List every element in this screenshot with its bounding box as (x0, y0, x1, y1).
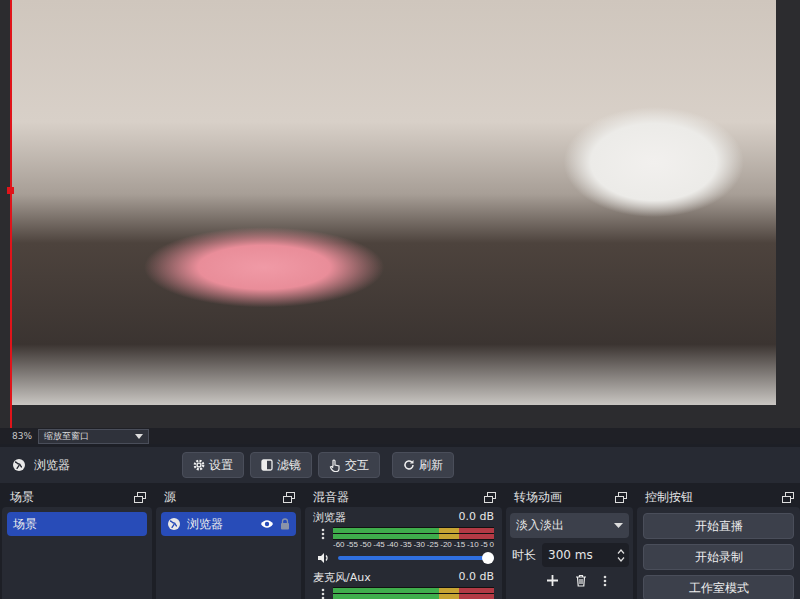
channel-name: 麦克风/Aux (313, 570, 371, 585)
undock-icon[interactable] (484, 492, 496, 503)
sources-dock: 源 浏览器 (156, 487, 301, 599)
gear-icon (193, 459, 205, 471)
volume-meter (333, 587, 494, 599)
mixer-channel: 麦克风/Aux 0.0 dB -60-55-50-45-40-35-30-25-… (313, 570, 494, 599)
plus-icon[interactable] (546, 574, 559, 587)
toolbar-button[interactable]: 交互 (318, 452, 380, 478)
camera-frame (12, 0, 776, 405)
duration-label: 时长 (512, 547, 536, 564)
hand-pointer-icon (329, 459, 341, 472)
dock-title: 源 (156, 487, 301, 507)
channel-reading: 0.0 dB (458, 570, 494, 585)
dock-title: 混音器 (305, 487, 502, 507)
more-vertical-icon[interactable] (603, 575, 607, 587)
scale-mode-select[interactable]: 缩放至窗口 (38, 429, 149, 444)
controls-dock: 控制按钮 开始直播开始录制工作室模式 (637, 487, 800, 599)
control-button[interactable]: 工作室模式 (643, 575, 794, 599)
dock-title: 控制按钮 (637, 487, 800, 507)
globe-icon (12, 458, 26, 472)
undock-icon[interactable] (782, 492, 794, 503)
dock-title: 转场动画 (506, 487, 633, 507)
more-vertical-icon[interactable] (321, 588, 325, 599)
mute-button[interactable] (315, 552, 332, 564)
toolbar-button[interactable]: 刷新 (392, 452, 454, 478)
up-arrow-icon[interactable] (617, 549, 625, 554)
zoom-bar: 83% 缩放至窗口 (0, 428, 800, 444)
speaker-icon (317, 552, 330, 564)
transition-select[interactable]: 淡入淡出 (510, 513, 629, 538)
unlock-icon[interactable] (280, 518, 290, 530)
globe-icon (167, 517, 181, 531)
channel-reading: 0.0 dB (458, 510, 494, 525)
more-vertical-icon[interactable] (321, 528, 325, 540)
source-label: 浏览器 (12, 457, 182, 474)
toolbar-button[interactable]: 设置 (182, 452, 244, 478)
refresh-icon (403, 459, 415, 471)
dock-title: 场景 (2, 487, 152, 507)
scene-item[interactable]: 场景 (7, 512, 147, 536)
channel-name: 浏览器 (313, 510, 346, 525)
control-button[interactable]: 开始录制 (643, 544, 794, 570)
undock-icon[interactable] (615, 492, 627, 503)
undock-icon[interactable] (283, 492, 295, 503)
trash-icon[interactable] (575, 574, 587, 587)
meter-scale: -60-55-50-45-40-35-30-25-20-15-10-50 (333, 540, 494, 550)
mixer-dock: 混音器 浏览器 0.0 dB -60-55-50-45-40-35-30-25-… (305, 487, 502, 599)
zoom-percent: 83% (12, 431, 32, 441)
scenes-dock: 场景 场景 (2, 487, 152, 599)
selection-edge[interactable] (10, 0, 12, 428)
filter-icon (261, 459, 273, 471)
resize-handle[interactable] (7, 187, 14, 194)
duration-spinbox[interactable]: 300 ms (542, 543, 629, 567)
transitions-dock: 转场动画 淡入淡出 时长 300 ms (506, 487, 633, 599)
source-toolbar: 浏览器 设置 滤镜 交互 刷新 (0, 447, 800, 483)
volume-slider[interactable] (338, 552, 494, 564)
down-arrow-icon[interactable] (617, 557, 625, 562)
obs-window: 83% 缩放至窗口 浏览器 设置 滤镜 交互 刷新 场景 场景 源 浏览器 混音… (0, 0, 800, 599)
preview-area[interactable] (0, 0, 800, 428)
control-button[interactable]: 开始直播 (643, 513, 794, 539)
volume-meter (333, 527, 494, 540)
source-item[interactable]: 浏览器 (161, 512, 296, 536)
undock-icon[interactable] (134, 492, 146, 503)
toolbar-button[interactable]: 滤镜 (250, 452, 312, 478)
dropdown-arrow-icon (135, 434, 143, 439)
mixer-channel: 浏览器 0.0 dB -60-55-50-45-40-35-30-25-20-1… (313, 510, 494, 564)
dropdown-arrow-icon (614, 523, 623, 528)
eye-icon[interactable] (260, 519, 274, 529)
